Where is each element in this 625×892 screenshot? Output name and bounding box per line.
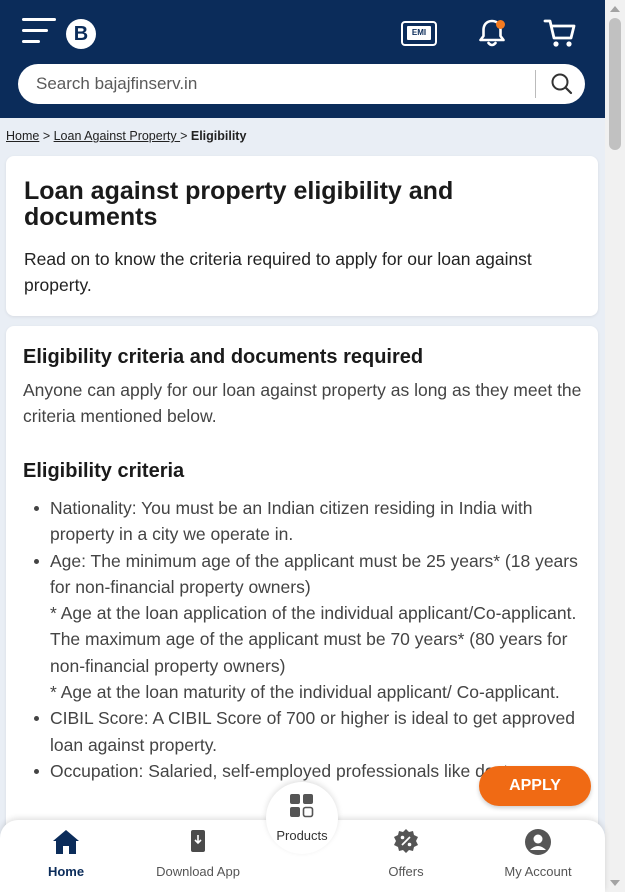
cart-icon[interactable]	[543, 18, 577, 48]
user-account-icon	[524, 828, 552, 859]
criteria-list: Nationality: You must be an Indian citiz…	[34, 495, 585, 784]
nav-home[interactable]: Home	[26, 820, 106, 892]
phone-download-icon	[188, 828, 208, 859]
scroll-down-arrow-icon[interactable]	[610, 880, 620, 886]
home-icon	[51, 828, 81, 859]
criteria-note: * Age at the loan application of the ind…	[50, 603, 577, 624]
emi-label: EMI	[411, 28, 427, 37]
criteria-item: CIBIL Score: A CIBIL Score of 700 or hig…	[34, 705, 585, 758]
breadcrumb-home[interactable]: Home	[6, 129, 39, 143]
scroll-up-arrow-icon[interactable]	[610, 6, 620, 12]
nav-products-label: Products	[276, 828, 328, 843]
hamburger-menu-icon[interactable]	[22, 18, 56, 44]
page-description: Read on to know the criteria required to…	[24, 249, 532, 295]
top-header: B EMI	[0, 0, 605, 118]
nav-my-account[interactable]: My Account	[492, 820, 584, 892]
search-divider	[535, 70, 536, 98]
search-icon[interactable]	[540, 64, 584, 104]
eligibility-section-heading: Eligibility criteria and documents requi…	[23, 346, 424, 368]
products-grid-icon	[289, 793, 315, 824]
breadcrumb-loan-against-property[interactable]: Loan Against Property	[54, 129, 180, 143]
page-title: Loan against property eligibility and do…	[24, 177, 454, 231]
notification-dot	[496, 20, 505, 29]
emi-calculator-icon[interactable]: EMI	[401, 21, 437, 46]
eligibility-intro: Anyone can apply for our loan against pr…	[23, 380, 582, 426]
offers-badge-icon	[392, 828, 420, 859]
intro-card: Loan against property eligibility and do…	[6, 156, 598, 316]
nav-account-label: My Account	[504, 864, 572, 879]
breadcrumb-current: Eligibility	[190, 129, 247, 143]
criteria-item: Age: The minimum age of the applicant mu…	[34, 548, 585, 601]
nav-products[interactable]: Products	[266, 782, 338, 854]
bajaj-logo[interactable]: B	[66, 19, 96, 49]
nav-offers[interactable]: Offers	[366, 820, 446, 892]
breadcrumb-separator: >	[39, 129, 54, 143]
scrollbar-thumb[interactable]	[609, 18, 621, 150]
notification-bell-icon[interactable]	[476, 18, 508, 48]
criteria-note: The maximum age of the applicant must be…	[50, 629, 568, 676]
criteria-item: Nationality: You must be an Indian citiz…	[34, 495, 585, 548]
nav-home-label: Home	[47, 864, 85, 879]
nav-download-app[interactable]: Download App	[148, 820, 248, 892]
search-input[interactable]	[36, 64, 536, 104]
search-bar	[18, 64, 585, 104]
breadcrumb: Home > Loan Against Property > Eligibili…	[6, 129, 246, 143]
apply-button[interactable]: APPLY	[479, 766, 591, 806]
nav-offers-label: Offers	[388, 864, 424, 879]
breadcrumb-separator: >	[180, 129, 191, 143]
page-scrollbar[interactable]	[605, 0, 625, 892]
criteria-note: * Age at the loan maturity of the indivi…	[50, 682, 560, 703]
nav-download-label: Download App	[156, 864, 240, 879]
criteria-heading: Eligibility criteria	[23, 460, 185, 482]
